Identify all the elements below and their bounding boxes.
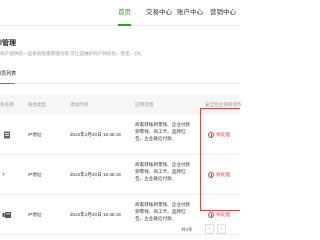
cell-type: IP地址 [28,132,42,137]
nav-tab-trade[interactable]: 交易中心 [146,0,172,26]
cell-scope: 商家转账到零钱、企业付款到零钱、商工卡、品牌红包、企业微信付款 [135,122,191,141]
header-name: 系名称 [0,102,14,107]
device-icon [2,212,11,218]
status-highlight-box [200,108,240,211]
sub-tabs: l员列表 [0,68,240,84]
chevron-right-icon: › [220,226,223,232]
nav-active-underline [118,24,131,26]
status-badge[interactable]: 待处理 [208,211,230,219]
cell-name: 7 [2,172,5,177]
nav-tab-home[interactable]: 首页 [118,0,131,26]
page-description: 商户提供前一些系统能量管理功能,可让运维护商户持续化、稳定、(对。 [0,51,146,56]
nav-tab-account[interactable]: 账户中心 [177,0,203,26]
prev-page-button[interactable]: ‹ [205,224,214,234]
nav-tab-home-label: 首页 [118,9,131,16]
pagination-info: 共3条 [181,227,193,232]
next-page-button[interactable]: › [217,224,226,234]
document-icon [4,131,10,139]
nav-tab-marketing[interactable]: 营销中心 [210,0,236,26]
cell-time: 2022年4月20日 15:46:18 [70,212,121,217]
cell-type: IP地址 [28,172,42,177]
cell-time: 2022年4月20日 15:46:18 [70,132,121,137]
chevron-left-icon: ‹ [208,226,211,232]
nav-tab-account-label: 账户中心 [177,9,203,16]
header-time: 添加时间 [70,102,89,107]
header-scope: 应用范围 [135,102,154,107]
nav-tab-marketing-label: 营销中心 [210,9,236,16]
cell-time: 2022年4月20日 15:46:18 [70,172,121,177]
cell-scope: 商家转账到零钱、企业付款到零钱、商工卡、品牌红包、企业微信付款 [135,202,191,221]
cell-type: IP地址 [28,212,42,217]
warning-icon [208,212,214,218]
subtab-active-underline [0,82,14,84]
status-text: 待处理 [216,212,230,217]
page-title: l管理 [0,40,16,47]
pagination: 共3条 ‹ › [0,222,240,240]
header-type: 系统类型 [28,102,47,107]
nav-tab-trade-label: 交易中心 [146,9,172,16]
subtab-list[interactable]: l员列表 [0,68,17,84]
subtab-list-label: l员列表 [0,71,17,77]
cell-scope: 商家转账到零钱、企业付款到零钱、商工卡、品牌红包、企业微信付款 [135,162,191,181]
top-nav: 首页 交易中心 账户中心 营销中心 [0,0,240,26]
